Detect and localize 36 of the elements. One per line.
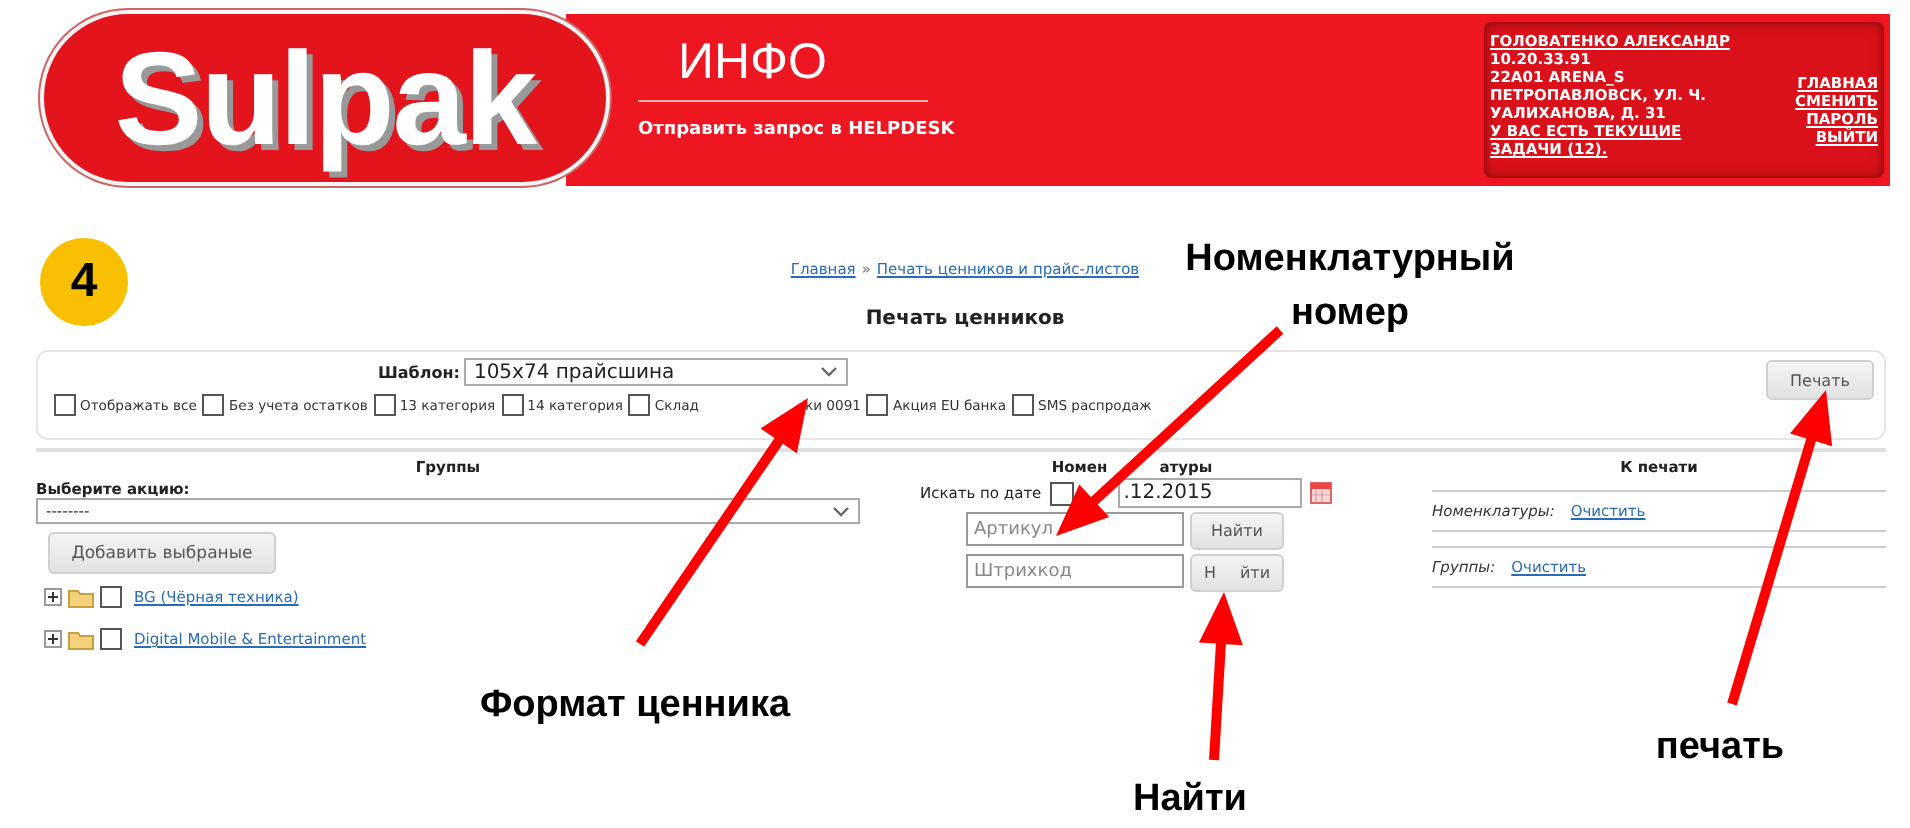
folder-icon xyxy=(68,629,94,649)
page-title: Печать ценников xyxy=(865,308,1065,330)
chevron-icon xyxy=(819,366,838,378)
checkbox[interactable] xyxy=(100,628,122,650)
calendar-icon[interactable] xyxy=(1309,482,1332,504)
step-badge: 4 xyxy=(40,238,128,326)
annotation-label: Номенклатурный xyxy=(1185,236,1515,284)
site-title: ИНФО xyxy=(638,22,928,102)
checkbox[interactable] xyxy=(866,394,889,416)
print-button[interactable]: Печать xyxy=(1766,360,1874,400)
chevron-icon xyxy=(832,505,850,517)
expand-icon[interactable] xyxy=(44,588,62,606)
annotation-label: Найти xyxy=(1133,776,1247,824)
checkbox[interactable] xyxy=(501,394,524,416)
checkbox[interactable] xyxy=(202,394,225,416)
expand-icon[interactable] xyxy=(44,630,62,648)
add-selected-button[interactable]: Добавить выбраные xyxy=(48,532,276,574)
annotation-label: печать xyxy=(1655,724,1785,772)
logo-text: Sulpak xyxy=(114,22,536,174)
checkbox[interactable] xyxy=(1049,481,1074,505)
search-field[interactable]: Артикул xyxy=(966,512,1184,546)
template-select[interactable]: 105x74 прайсшина xyxy=(463,358,848,386)
find-button[interactable]: Найти xyxy=(1190,512,1284,550)
template-label: Шаблон: xyxy=(378,363,460,381)
checkbox[interactable] xyxy=(1012,394,1035,416)
folder-icon xyxy=(68,587,94,607)
annotation-label: Формат ценника xyxy=(479,682,791,730)
search-field[interactable]: Штрихкод xyxy=(966,554,1184,588)
helpdesk-link[interactable]: Отправить запрос в HELPDESK xyxy=(638,120,955,140)
checkbox[interactable] xyxy=(373,394,396,416)
checkbox[interactable] xyxy=(54,394,76,416)
annotation-label: номер xyxy=(1290,290,1410,338)
checkbox[interactable] xyxy=(628,394,651,416)
date-field[interactable]: .12.2015 xyxy=(1117,478,1302,508)
find-button[interactable]: Н йти xyxy=(1190,554,1284,592)
checkbox[interactable] xyxy=(100,586,122,608)
